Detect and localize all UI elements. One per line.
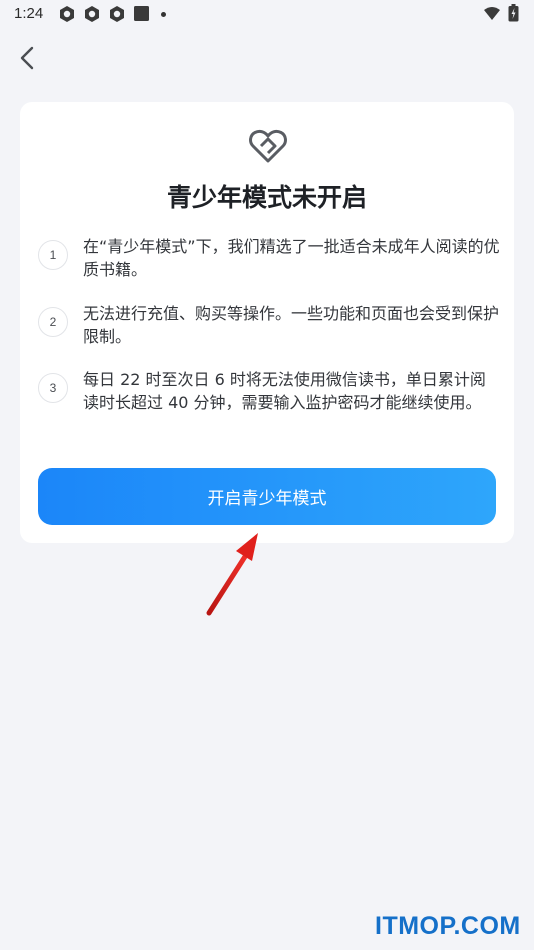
page-title: 青少年模式未开启	[166, 183, 367, 212]
enable-teen-mode-button[interactable]: 开启青少年模式	[38, 468, 496, 525]
rule-text: 在“青少年模式”下，我们精选了一批适合未成年人阅读的优质书籍。	[83, 237, 500, 279]
app-notification-icon	[85, 6, 99, 22]
rule-text: 每日 22 时至次日 6 时将无法使用微信读书，单日累计阅读时长超过 40 分钟…	[83, 370, 486, 412]
battery-icon	[508, 4, 519, 22]
chevron-left-icon	[20, 46, 34, 70]
heart-shield-icon	[249, 129, 287, 163]
more-dot-icon	[161, 12, 166, 17]
rule-number: 1	[38, 240, 68, 270]
app-notification-icon	[110, 6, 124, 22]
rule-text: 无法进行充值、购买等操作。一些功能和页面也会受到保护限制。	[83, 304, 500, 346]
teen-mode-card: 青少年模式未开启 1 在“青少年模式”下，我们精选了一批适合未成年人阅读的优质书…	[20, 102, 514, 543]
back-button[interactable]	[12, 40, 44, 76]
annotation-arrow-icon	[206, 533, 258, 616]
wifi-icon	[484, 7, 500, 20]
watermark: ITMOP.COM	[375, 912, 521, 940]
app-notification-icon	[60, 6, 74, 22]
status-time: 1:24	[14, 5, 44, 22]
app-square-icon	[134, 6, 149, 21]
rule-number: 2	[38, 307, 68, 337]
rule-number: 3	[38, 373, 68, 403]
status-bar: 1:24	[0, 0, 534, 28]
